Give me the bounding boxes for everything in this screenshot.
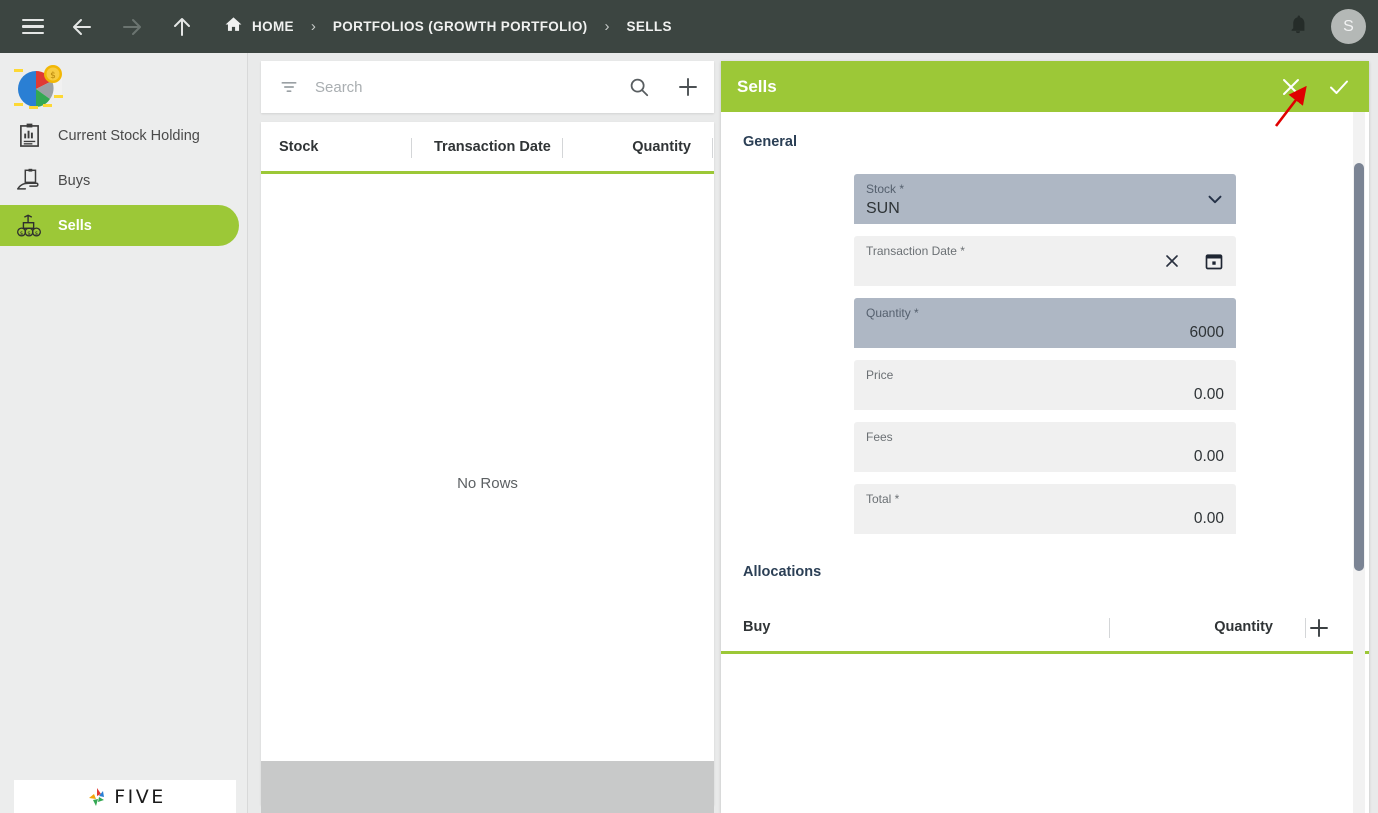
sidebar-item-label: Sells <box>58 217 92 234</box>
field-fees[interactable]: Fees 0.00 <box>854 422 1236 472</box>
field-value: SUN <box>866 200 900 217</box>
field-label: Price <box>866 368 894 382</box>
field-label: Stock * <box>866 182 905 196</box>
field-quantity[interactable]: Quantity * 6000 <box>854 298 1236 348</box>
alloc-column-header-quantity[interactable]: Quantity <box>1214 619 1273 635</box>
list-panel-footer-area <box>261 761 714 813</box>
bell-icon[interactable] <box>1287 13 1309 40</box>
empty-state-message: No Rows <box>457 475 518 492</box>
grid-header-row: Stock Transaction Date Quantity <box>261 122 714 174</box>
field-transaction-date[interactable]: Transaction Date * <box>854 236 1236 286</box>
sidebar-item-label: Buys <box>58 172 91 189</box>
field-total[interactable]: Total * 0.00 <box>854 484 1236 534</box>
topbar-actions: S <box>1287 0 1378 53</box>
column-divider[interactable] <box>1305 618 1306 638</box>
breadcrumb-home[interactable]: HOME <box>224 15 294 39</box>
hand-clipboard-icon <box>14 166 44 196</box>
search-bar <box>261 61 714 113</box>
column-divider[interactable] <box>411 138 412 158</box>
calendar-icon[interactable] <box>1204 251 1224 276</box>
vertical-scrollbar-thumb[interactable] <box>1354 163 1364 571</box>
section-title-general: General <box>743 134 797 150</box>
alloc-column-header-buy[interactable]: Buy <box>743 619 770 635</box>
app-logo: $ <box>0 53 247 111</box>
section-title-allocations: Allocations <box>743 564 822 580</box>
field-value: 0.00 <box>1193 448 1224 465</box>
hamburger-icon[interactable] <box>22 18 44 35</box>
general-fields: Stock * SUN Transaction Date * Quantity … <box>721 150 1369 534</box>
avatar[interactable]: S <box>1331 9 1366 44</box>
search-icon[interactable] <box>628 76 650 98</box>
sidebar: $ Current Stock Holding Buys $ $ $ Sells… <box>0 53 248 813</box>
records-grid: Stock Transaction Date Quantity No Rows <box>261 122 714 805</box>
field-label: Fees <box>866 430 893 444</box>
sidebar-item-sells[interactable]: $ $ $ Sells <box>0 205 239 246</box>
breadcrumb-home-label: HOME <box>252 19 294 34</box>
five-pinwheel-icon <box>89 787 105 806</box>
form-header: Sells <box>721 61 1369 112</box>
sidebar-item-buys[interactable]: Buys <box>0 160 239 201</box>
form-body: General Stock * SUN Transaction Date * Q… <box>721 112 1369 813</box>
field-label: Transaction Date * <box>866 244 965 258</box>
clipboard-chart-icon <box>14 121 44 151</box>
close-icon[interactable] <box>1279 75 1303 99</box>
field-label: Total * <box>866 492 900 506</box>
search-input[interactable] <box>315 78 628 96</box>
arrow-up-icon[interactable] <box>170 15 194 39</box>
home-icon <box>224 15 243 39</box>
column-divider[interactable] <box>712 138 713 158</box>
sidebar-item-label: Current Stock Holding <box>58 127 200 144</box>
field-value: 6000 <box>1189 324 1224 341</box>
svg-text:$: $ <box>27 231 31 237</box>
arrow-right-icon[interactable] <box>120 15 144 39</box>
form-title: Sells <box>737 76 777 96</box>
svg-text:$: $ <box>20 231 24 237</box>
column-divider[interactable] <box>1109 618 1110 638</box>
breadcrumb-item-sells[interactable]: SELLS <box>627 19 672 34</box>
top-navigation-bar: HOME › PORTFOLIOS (GROWTH PORTFOLIO) › S… <box>0 0 1378 53</box>
field-label: Quantity * <box>866 306 919 320</box>
breadcrumb-separator: › <box>604 18 610 35</box>
breadcrumb-item-portfolios[interactable]: PORTFOLIOS (GROWTH PORTFOLIO) <box>333 19 588 34</box>
column-header-quantity[interactable]: Quantity <box>632 139 691 155</box>
plus-icon[interactable] <box>676 75 700 99</box>
svg-text:$: $ <box>35 231 39 237</box>
field-value: 0.00 <box>1193 510 1224 527</box>
column-header-transaction-date[interactable]: Transaction Date <box>434 139 551 155</box>
field-stock[interactable]: Stock * SUN <box>854 174 1236 224</box>
column-header-stock[interactable]: Stock <box>279 139 319 155</box>
money-stack-icon: $ $ $ <box>14 211 44 241</box>
filter-icon[interactable] <box>279 77 299 97</box>
list-panel: Stock Transaction Date Quantity No Rows <box>261 61 714 813</box>
field-value: 0.00 <box>1193 386 1224 403</box>
svg-text:$: $ <box>50 71 56 81</box>
column-divider[interactable] <box>562 138 563 158</box>
field-price[interactable]: Price 0.00 <box>854 360 1236 410</box>
five-logo-text: FIVE <box>114 785 166 808</box>
allocations-header-row: Buy Quantity <box>721 602 1369 654</box>
breadcrumb-separator: › <box>310 18 316 35</box>
plus-icon[interactable] <box>1307 616 1331 645</box>
sells-form-panel: Sells General Stock * SUN Transaction Da… <box>721 61 1369 813</box>
pie-chart-coin-logo: $ <box>14 65 63 109</box>
sidebar-item-current-stock-holding[interactable]: Current Stock Holding <box>0 115 239 156</box>
application-root: HOME › PORTFOLIOS (GROWTH PORTFOLIO) › S… <box>0 0 1378 813</box>
clear-icon[interactable] <box>1162 251 1182 276</box>
avatar-initial: S <box>1343 17 1354 35</box>
chevron-down-icon[interactable] <box>1204 188 1226 215</box>
five-footer-logo: FIVE <box>14 780 236 813</box>
arrow-left-icon[interactable] <box>70 15 94 39</box>
check-icon[interactable] <box>1327 75 1351 99</box>
